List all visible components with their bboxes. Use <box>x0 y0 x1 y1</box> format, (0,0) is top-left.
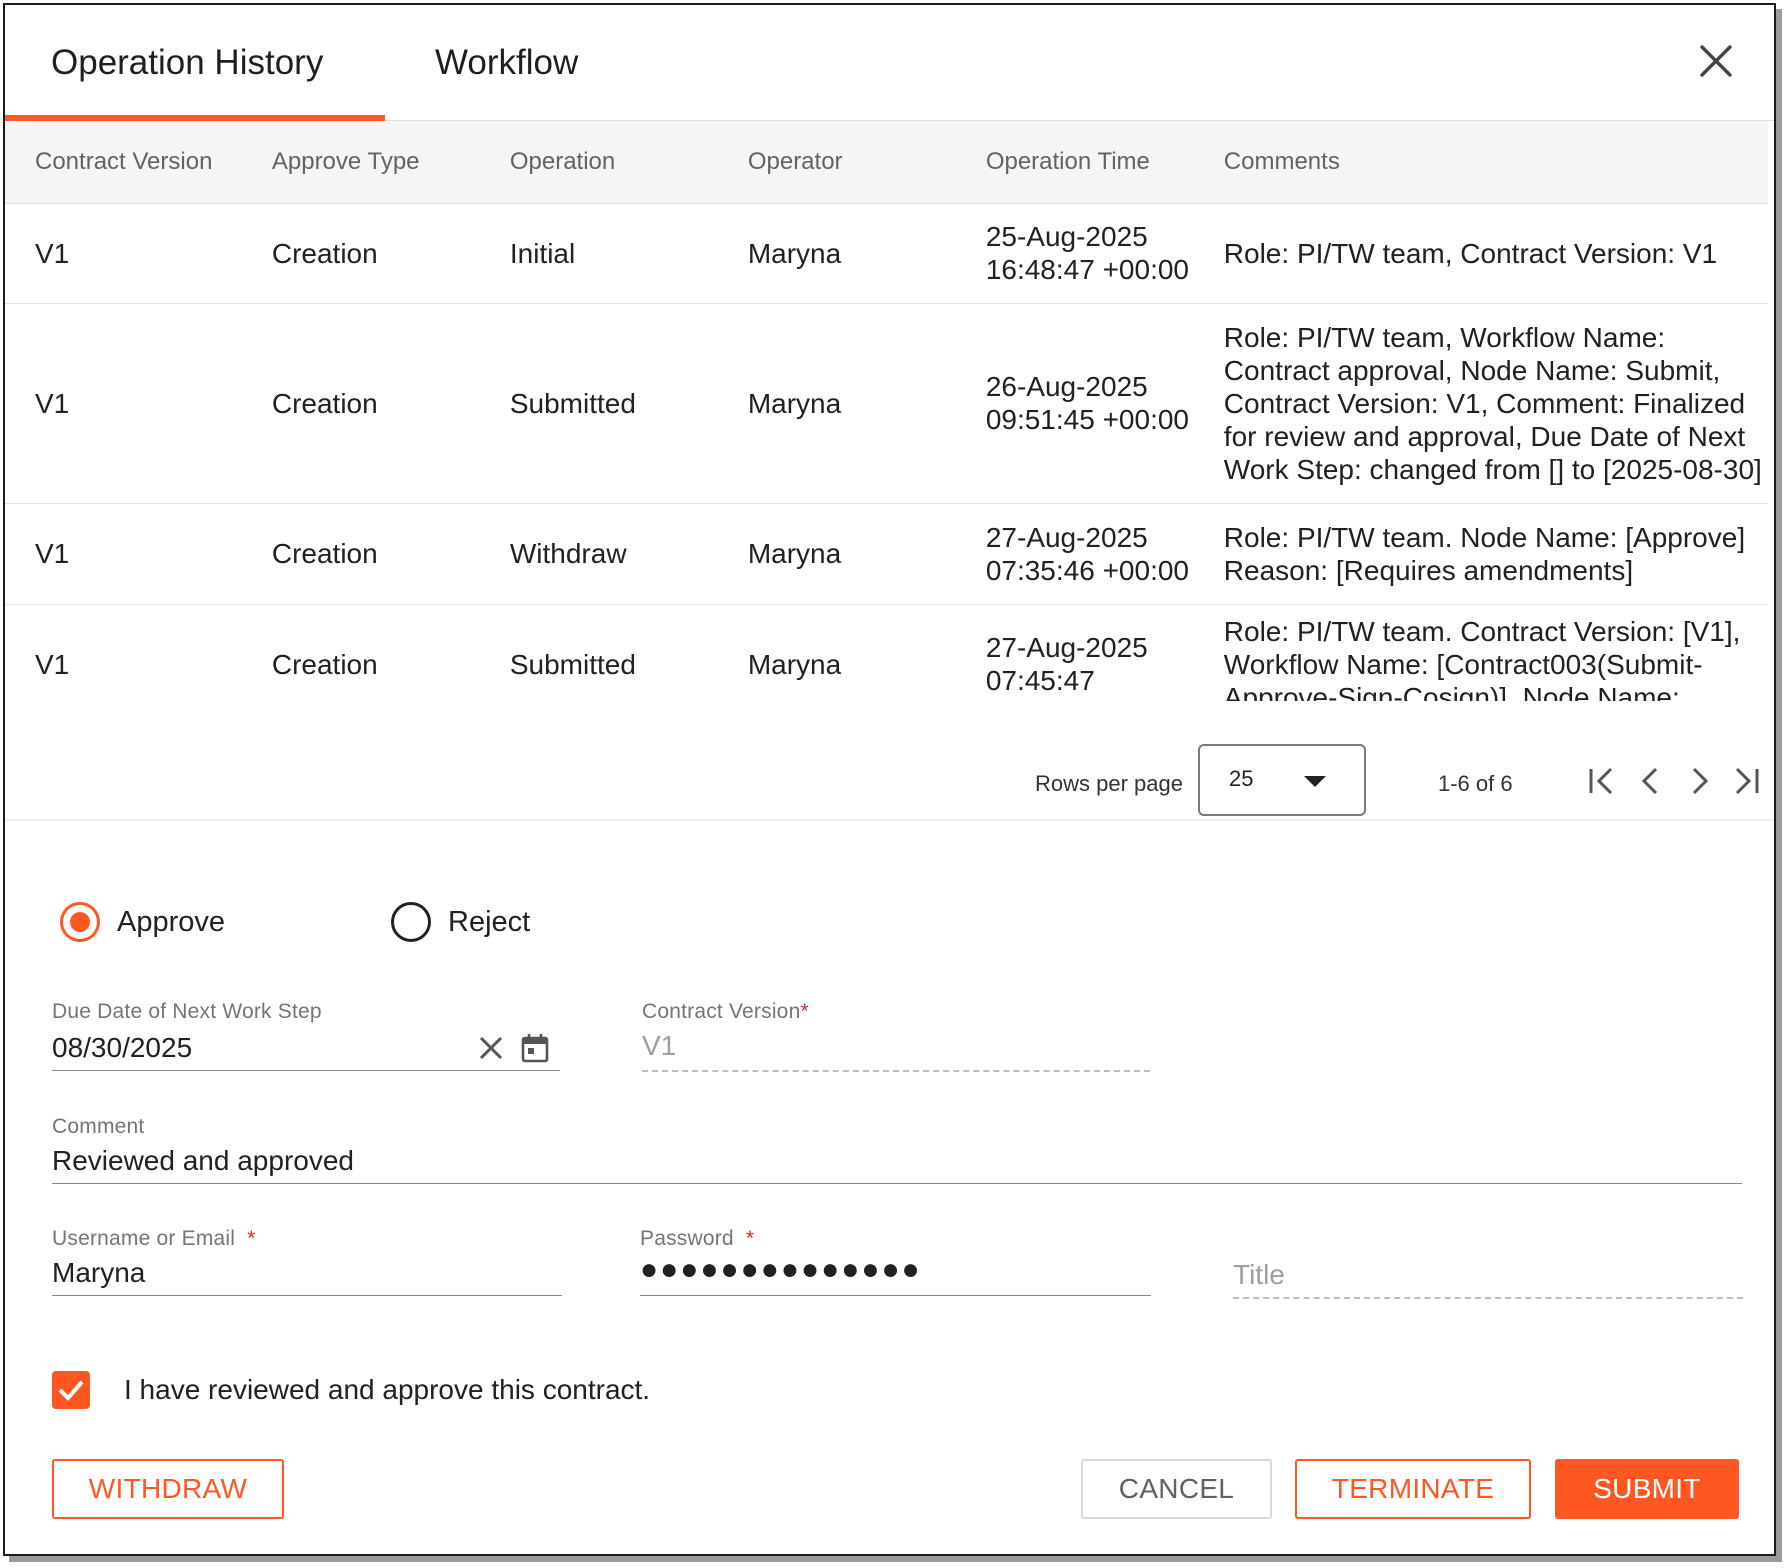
comment-field[interactable]: Comment Reviewed and approved <box>52 1115 1742 1187</box>
reject-radio[interactable]: Reject <box>391 897 530 947</box>
radio-unchecked-icon <box>391 902 431 942</box>
table-header-row: Contract Version Approve Type Operation … <box>5 121 1768 204</box>
last-page-icon[interactable] <box>1727 763 1763 799</box>
previous-page-icon[interactable] <box>1633 763 1669 799</box>
cell-operator: Maryna <box>717 503 956 605</box>
checkbox-checked-icon[interactable] <box>52 1371 90 1409</box>
cell-operation: Submitted <box>479 604 718 701</box>
required-mark: * <box>247 1227 256 1250</box>
cell-approve-type: Creation <box>241 203 480 304</box>
submit-button[interactable]: SUBMIT <box>1555 1459 1739 1519</box>
cancel-button[interactable]: CANCEL <box>1081 1459 1272 1519</box>
history-table-container[interactable]: Contract Version Approve Type Operation … <box>5 121 1768 701</box>
approve-radio[interactable]: Approve <box>60 897 225 947</box>
cell-comments: Role: PI/TW team. Contract Version: [V1]… <box>1193 604 1768 701</box>
required-mark: * <box>745 1227 755 1250</box>
reject-radio-label: Reject <box>448 905 531 938</box>
withdraw-button[interactable]: WITHDRAW <box>52 1459 284 1519</box>
column-header-contract-version[interactable]: Contract Version <box>5 121 242 204</box>
cell-approve-type: Creation <box>241 503 480 605</box>
rows-per-page-label: Rows per page <box>1035 771 1183 796</box>
contract-version-input: V1 <box>642 1030 677 1061</box>
cell-operation: Submitted <box>479 303 718 504</box>
cell-time: 26-Aug-2025 09:51:45 +00:00 <box>955 303 1194 504</box>
due-date-input[interactable]: 08/30/2025 <box>52 1032 192 1064</box>
tab-operation-history[interactable]: Operation History <box>5 5 385 121</box>
comment-underline <box>52 1183 1742 1184</box>
cell-approve-type: Creation <box>241 303 480 504</box>
cell-time: 27-Aug-2025 07:45:47 <box>955 604 1194 701</box>
radio-checked-icon <box>60 902 100 942</box>
title-underline <box>1233 1297 1743 1299</box>
contract-version-field: Contract Version* V1 <box>642 1000 1150 1072</box>
cell-operation: Initial <box>479 203 718 304</box>
password-field[interactable]: Password * ●●●●●●●●●●●●●● <box>640 1227 1151 1299</box>
cell-operator: Maryna <box>717 604 956 701</box>
username-label: Username or Email * <box>52 1227 256 1250</box>
comment-input[interactable]: Reviewed and approved <box>52 1145 354 1177</box>
next-page-icon[interactable] <box>1681 763 1717 799</box>
contract-version-label: Contract Version* <box>642 1000 809 1023</box>
column-header-operation[interactable]: Operation <box>479 121 718 204</box>
history-table: Contract Version Approve Type Operation … <box>5 121 1768 701</box>
username-input[interactable]: Maryna <box>52 1257 145 1289</box>
tab-workflow[interactable]: Workflow <box>385 5 625 121</box>
cell-version: V1 <box>5 604 242 701</box>
due-date-field[interactable]: Due Date of Next Work Step 08/30/2025 <box>52 1000 560 1072</box>
due-date-label: Due Date of Next Work Step <box>52 1000 322 1023</box>
agreement-label: I have reviewed and approve this contrac… <box>124 1374 651 1405</box>
column-header-operator[interactable]: Operator <box>717 121 956 204</box>
rows-per-page-select[interactable]: 25 <box>1198 744 1366 816</box>
cell-version: V1 <box>5 303 242 504</box>
agreement-checkbox[interactable]: I have reviewed and approve this contrac… <box>52 1371 650 1409</box>
pagination-range: 1-6 of 6 <box>1438 771 1513 796</box>
cell-version: V1 <box>5 203 242 304</box>
comment-label: Comment <box>52 1115 145 1138</box>
clear-icon[interactable] <box>477 1034 505 1062</box>
column-header-comments[interactable]: Comments <box>1193 121 1768 204</box>
dropdown-arrow-icon <box>1304 776 1326 787</box>
table-row: V1 Creation Initial Maryna 25-Aug-2025 1… <box>5 203 1768 304</box>
password-underline <box>640 1295 1151 1296</box>
cell-operator: Maryna <box>717 203 956 304</box>
title-field: Title <box>1233 1227 1743 1299</box>
table-row: V1 Creation Withdraw Maryna 27-Aug-2025 … <box>5 503 1768 605</box>
contract-version-underline <box>642 1070 1150 1072</box>
cell-operator: Maryna <box>717 303 956 504</box>
cell-comments: Role: PI/TW team. Node Name: [Approve] R… <box>1193 503 1768 605</box>
rows-per-page-value: 25 <box>1229 766 1254 791</box>
password-input[interactable]: ●●●●●●●●●●●●●● <box>640 1253 922 1287</box>
required-mark: * <box>800 1000 809 1023</box>
cell-comments: Role: PI/TW team, Contract Version: V1 <box>1193 203 1768 304</box>
title-input: Title <box>1233 1259 1285 1290</box>
cell-approve-type: Creation <box>241 604 480 701</box>
close-icon[interactable] <box>1698 43 1734 79</box>
table-row: V1 Creation Submitted Maryna 27-Aug-2025… <box>5 604 1768 701</box>
due-date-underline <box>52 1070 560 1071</box>
table-pagination: Rows per page 25 1-6 of 6 <box>5 701 1774 821</box>
cell-time: 27-Aug-2025 07:35:46 +00:00 <box>955 503 1194 605</box>
column-header-operation-time[interactable]: Operation Time <box>955 121 1194 204</box>
cell-time: 25-Aug-2025 16:48:47 +00:00 <box>955 203 1194 304</box>
cell-operation: Withdraw <box>479 503 718 605</box>
table-row: V1 Creation Submitted Maryna 26-Aug-2025… <box>5 303 1768 504</box>
username-underline <box>52 1295 562 1296</box>
cell-version: V1 <box>5 503 242 605</box>
operation-dialog: Operation History Workflow Contract Vers… <box>3 3 1776 1556</box>
calendar-icon[interactable] <box>520 1032 550 1064</box>
approve-radio-label: Approve <box>117 905 226 938</box>
terminate-button[interactable]: TERMINATE <box>1295 1459 1531 1519</box>
tab-bar: Operation History Workflow <box>5 5 1774 121</box>
first-page-icon[interactable] <box>1585 763 1621 799</box>
cell-comments: Role: PI/TW team, Workflow Name: Contrac… <box>1193 303 1768 504</box>
password-label: Password * <box>640 1227 755 1250</box>
column-header-approve-type[interactable]: Approve Type <box>241 121 480 204</box>
username-field[interactable]: Username or Email * Maryna <box>52 1227 562 1299</box>
